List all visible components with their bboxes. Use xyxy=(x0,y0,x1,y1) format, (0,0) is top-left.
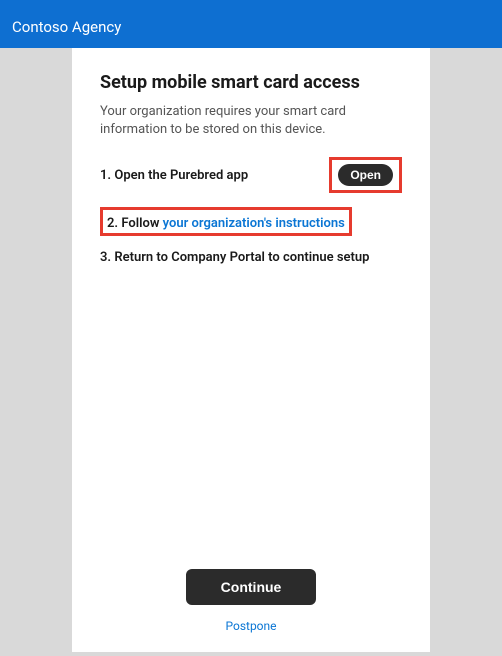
org-instructions-link[interactable]: your organization's instructions xyxy=(163,216,345,231)
page-subtitle: Your organization requires your smart ca… xyxy=(100,103,402,139)
footer-area: Continue Postpone xyxy=(72,569,430,652)
setup-sheet: Setup mobile smart card access Your orga… xyxy=(72,48,430,652)
org-name: Contoso Agency xyxy=(12,18,121,36)
page-title: Setup mobile smart card access xyxy=(100,72,402,93)
content-area: Setup mobile smart card access Your orga… xyxy=(72,48,430,569)
step-3-row: 3. Return to Company Portal to continue … xyxy=(100,250,402,265)
step-2-row: 2. Follow your organization's instructio… xyxy=(100,207,402,236)
app-header: Contoso Agency xyxy=(0,0,502,48)
step-2-highlight: 2. Follow your organization's instructio… xyxy=(100,207,352,236)
continue-button[interactable]: Continue xyxy=(186,569,316,605)
step-1-row: 1. Open the Purebred app Open xyxy=(100,157,402,193)
open-button[interactable]: Open xyxy=(338,164,393,186)
open-button-highlight: Open xyxy=(329,157,402,193)
step-2-prefix: 2. Follow xyxy=(107,216,163,231)
step-1-text: 1. Open the Purebred app xyxy=(100,168,248,183)
step-3-text: 3. Return to Company Portal to continue … xyxy=(100,250,369,265)
step-2-text: 2. Follow your organization's instructio… xyxy=(107,216,345,231)
postpone-link[interactable]: Postpone xyxy=(225,619,276,633)
